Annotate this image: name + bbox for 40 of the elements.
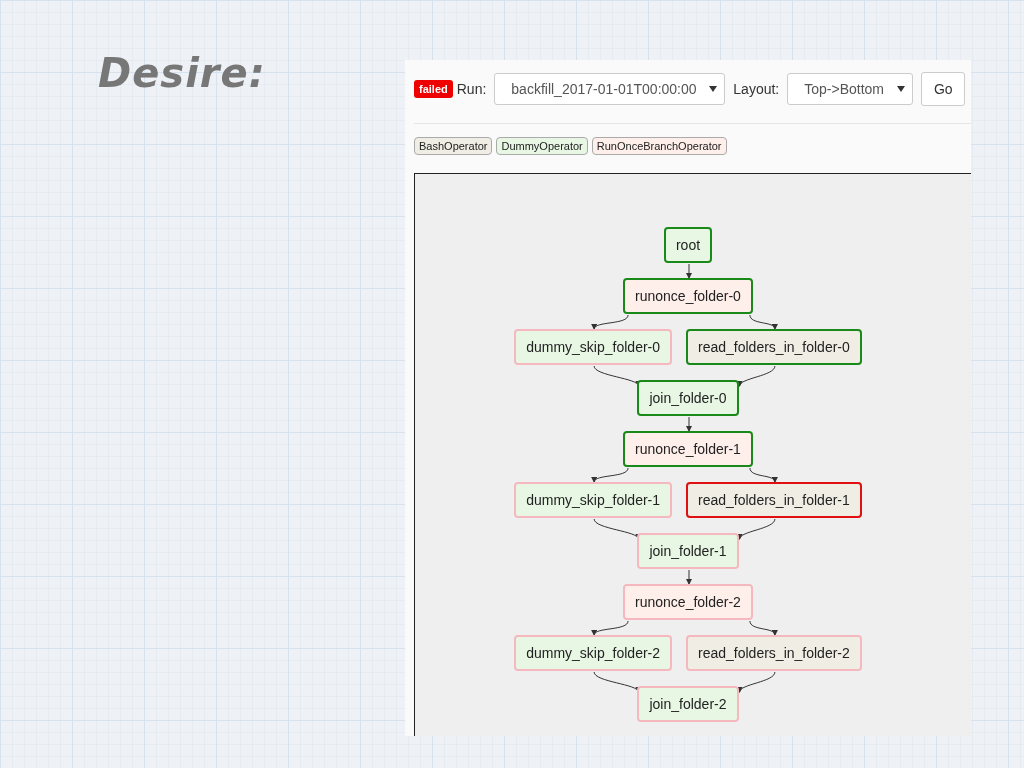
- operator-legend-tag: DummyOperator: [496, 137, 588, 155]
- edge-arrow: [593, 365, 640, 387]
- task-node[interactable]: join_folder-1: [637, 533, 739, 569]
- status-badge: failed: [414, 80, 453, 98]
- operator-legend-tag: BashOperator: [414, 137, 493, 155]
- task-node[interactable]: runonce_folder-1: [623, 431, 753, 467]
- edge-arrow: [593, 518, 640, 540]
- task-node[interactable]: read_folders_in_folder-1: [686, 482, 862, 518]
- edge-arrow: [593, 467, 629, 483]
- task-node[interactable]: runonce_folder-2: [623, 584, 753, 620]
- run-label: Run:: [456, 81, 487, 97]
- task-node[interactable]: read_folders_in_folder-0: [686, 329, 862, 365]
- task-node[interactable]: dummy_skip_folder-0: [514, 329, 673, 365]
- edge-arrow: [749, 467, 777, 483]
- caret-icon: [709, 86, 718, 92]
- layout-select[interactable]: Top->Bottom: [787, 73, 914, 105]
- edge-arrow: [686, 416, 692, 432]
- task-node[interactable]: dummy_skip_folder-1: [514, 482, 673, 518]
- layout-label: Layout:: [733, 81, 780, 97]
- task-node[interactable]: dummy_skip_folder-2: [514, 635, 673, 671]
- task-node[interactable]: join_folder-0: [637, 380, 739, 416]
- task-node[interactable]: read_folders_in_folder-2: [686, 635, 862, 671]
- edge-arrow: [738, 671, 776, 693]
- operator-legend-tag: RunOnceBranchOperator: [591, 137, 727, 155]
- edge-arrow: [593, 671, 640, 693]
- go-button[interactable]: Go: [921, 72, 966, 106]
- edge-arrow: [738, 365, 776, 387]
- task-node[interactable]: root: [663, 227, 713, 263]
- slide-title: Desire:: [98, 50, 266, 96]
- edge-arrow: [749, 620, 777, 636]
- edge-arrow: [593, 314, 629, 330]
- task-node[interactable]: join_folder-2: [637, 686, 739, 722]
- run-select[interactable]: backfill_2017-01-01T00:00:00: [494, 73, 726, 105]
- edge-arrow: [686, 263, 692, 279]
- caret-icon: [897, 86, 906, 92]
- edge-arrow: [749, 314, 777, 330]
- edge-arrow: [686, 569, 692, 585]
- task-node[interactable]: runonce_folder-0: [623, 278, 753, 314]
- edge-arrow: [738, 518, 776, 540]
- edge-arrow: [593, 620, 629, 636]
